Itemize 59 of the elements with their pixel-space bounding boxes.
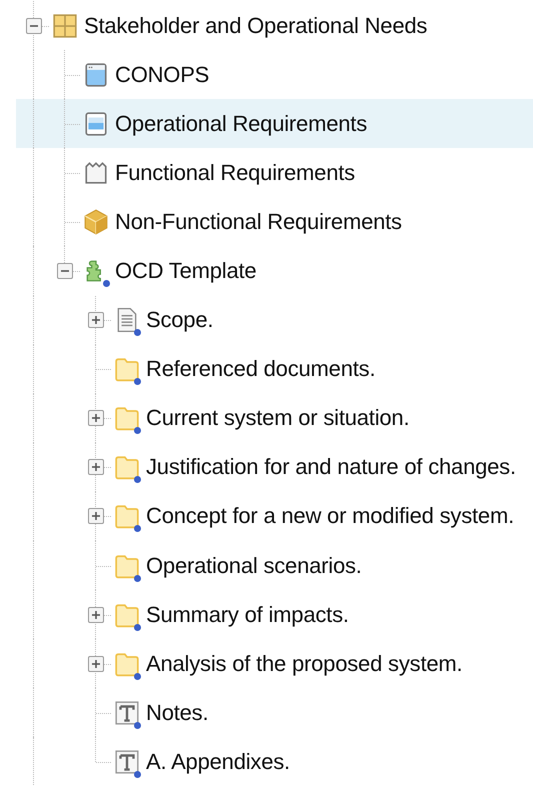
tree-row[interactable]: Functional Requirements [0,148,533,198]
tree-item-label: Functional Requirements [115,160,355,186]
tree-row[interactable]: Concept for a new or modified system. [0,492,533,542]
tree-item-label: OCD Template [115,258,256,284]
tree-item-label: A. Appendixes. [146,748,290,775]
folder-icon [114,356,140,382]
tree-item-label: Current system or situation. [146,405,410,432]
tree-row[interactable]: Summary of impacts. [0,590,533,640]
expand-toggle[interactable] [88,606,104,623]
expand-toggle[interactable] [88,459,104,476]
tree-row[interactable]: Referenced documents. [0,344,533,394]
window-icon [82,62,108,88]
tree-row[interactable]: Justification for and nature of changes. [0,442,533,492]
tree-item-label: Concept for a new or modified system. [146,503,514,530]
tree-item-label: Summary of impacts. [146,602,349,628]
expand-toggle[interactable] [88,410,104,426]
tree-item-label: Referenced documents. [146,356,376,382]
tree-row[interactable]: OCD Template [0,246,533,296]
panel-icon [82,110,108,137]
folder-icon [114,552,140,579]
grid-icon [52,12,78,39]
folder-icon [114,405,140,432]
plus-icon [91,413,101,424]
expand-toggle[interactable] [88,508,104,524]
tree-row[interactable]: Notes. [0,688,533,738]
expand-toggle[interactable] [88,312,104,328]
tabbed-box-icon [82,160,108,186]
tree-row[interactable]: Non-Functional Requirements [0,197,533,246]
plus-icon [91,511,101,522]
cube-icon [82,208,108,235]
tree-item-label: Stakeholder and Operational Needs [84,12,428,39]
folder-icon [114,503,140,530]
expand-toggle[interactable] [88,656,104,672]
tree-row[interactable]: Operational scenarios. [0,541,533,590]
folder-icon [114,650,140,677]
tree-item-label: Scope. [146,307,214,334]
tree-row[interactable]: Operational Requirements [16,99,533,148]
tree-row[interactable]: Scope. [0,296,533,345]
folder-icon [114,454,140,480]
text-icon [114,700,140,726]
tree-item-label: Notes. [146,700,208,726]
tree-row[interactable]: Analysis of the proposed system. [0,639,533,688]
collapse-toggle[interactable] [57,263,73,280]
tree-row[interactable]: Stakeholder and Operational Needs [0,1,533,50]
text-icon [114,748,140,775]
tree-item-label: CONOPS [115,62,210,88]
tree-item-label: Justification for and nature of changes. [146,454,516,480]
tree-item-label: Non-Functional Requirements [115,208,402,235]
tree-item-label: Operational scenarios. [146,552,362,579]
tree-row[interactable]: Current system or situation. [0,394,533,443]
plus-icon [91,658,101,669]
tree-item-label: Operational Requirements [115,110,368,137]
folder-icon [114,602,140,628]
plus-icon [91,462,101,472]
plus-icon [91,610,101,620]
collapse-toggle[interactable] [26,18,42,34]
tree-row[interactable]: A. Appendixes. [0,737,533,786]
plus-icon [91,315,101,326]
tree-item-label: Analysis of the proposed system. [146,650,462,677]
